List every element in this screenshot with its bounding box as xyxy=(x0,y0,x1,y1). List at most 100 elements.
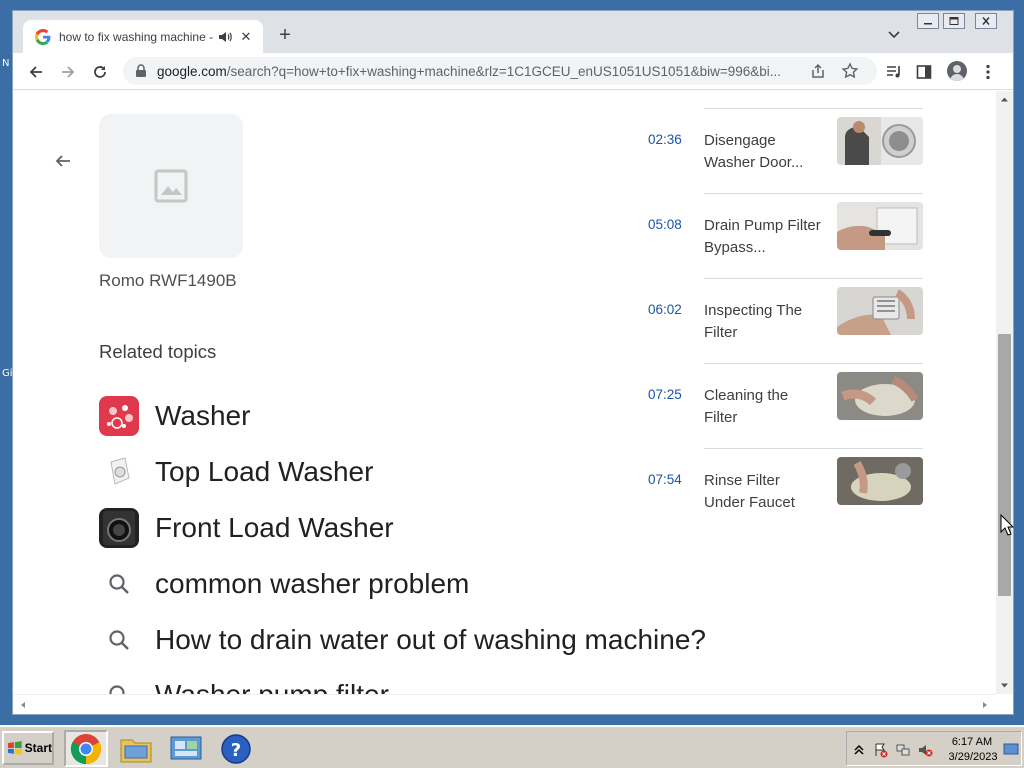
related-topic-washer[interactable]: Washer xyxy=(99,396,250,436)
top-load-washer-thumbnail xyxy=(99,452,139,492)
url-path: /search?q=how+to+fix+washing+machine&rlz… xyxy=(226,64,782,79)
chapter-timestamp[interactable]: 02:36 xyxy=(648,132,682,147)
chapter-thumbnail[interactable] xyxy=(837,372,923,420)
related-search-common-washer-problem[interactable]: common washer problem xyxy=(99,564,469,604)
back-arrow-icon[interactable] xyxy=(53,151,73,171)
minimize-button[interactable] xyxy=(917,13,939,29)
media-control-icon[interactable] xyxy=(885,63,903,81)
taskbar-server-manager-button[interactable] xyxy=(164,730,208,767)
close-icon xyxy=(982,17,990,25)
chevron-down-icon[interactable] xyxy=(887,27,901,41)
taskbar-help-button[interactable]: ? xyxy=(214,730,258,767)
chapter-thumbnail[interactable] xyxy=(837,457,923,505)
product-name[interactable]: Romo RWF1490B xyxy=(99,271,237,291)
close-tab-icon[interactable]: ✕ xyxy=(237,29,255,45)
video-chapter[interactable]: 07:54 Rinse Filter Under Faucet xyxy=(643,448,943,533)
back-icon[interactable] xyxy=(27,63,45,81)
address-bar[interactable]: google.com/search?q=how+to+fix+washing+m… xyxy=(123,57,877,85)
horizontal-scrollbar[interactable] xyxy=(13,694,996,714)
network-icon[interactable] xyxy=(895,742,911,758)
browser-toolbar: google.com/search?q=how+to+fix+washing+m… xyxy=(13,53,1013,90)
speaker-icon[interactable] xyxy=(217,29,233,45)
divider xyxy=(704,193,923,194)
chapter-timestamp[interactable]: 07:25 xyxy=(648,387,682,402)
lock-icon[interactable] xyxy=(135,64,147,78)
chapter-thumbnail[interactable] xyxy=(837,287,923,335)
related-topic-top-load-washer[interactable]: Top Load Washer xyxy=(99,452,373,492)
page-content: Romo RWF1490B Related topics Washer Top … xyxy=(13,91,996,694)
search-icon xyxy=(99,564,139,604)
start-button[interactable]: Start xyxy=(2,731,54,765)
system-tray: 6:17 AM 3/29/2023 xyxy=(846,731,1022,766)
more-options-icon[interactable] xyxy=(979,63,997,81)
taskbar: Start ? 6:17 AM 3/29/2023 xyxy=(0,725,1024,768)
vertical-scrollbar[interactable] xyxy=(996,91,1013,694)
related-search-drain-water[interactable]: How to drain water out of washing machin… xyxy=(99,620,706,660)
tab-strip: how to fix washing machine - G ✕ + xyxy=(13,11,1013,53)
scroll-up-icon[interactable] xyxy=(1000,95,1009,104)
chapter-title: Cleaning the Filter xyxy=(704,387,789,426)
chapter-thumbnail-image xyxy=(837,372,923,420)
taskbar-chrome-button[interactable] xyxy=(64,730,108,767)
side-panel-icon[interactable] xyxy=(915,63,933,81)
share-icon[interactable] xyxy=(809,62,827,80)
forward-icon[interactable] xyxy=(59,63,77,81)
scrollbar-thumb[interactable] xyxy=(998,334,1011,596)
related-topic-front-load-washer[interactable]: Front Load Washer xyxy=(99,508,394,548)
volume-muted-icon[interactable] xyxy=(917,742,933,758)
maximize-button[interactable] xyxy=(943,13,965,29)
divider xyxy=(704,363,923,364)
svg-text:?: ? xyxy=(231,740,241,761)
start-label: Start xyxy=(24,741,52,755)
chapter-thumbnail-image xyxy=(837,117,923,165)
divider xyxy=(704,448,923,449)
scroll-left-icon[interactable] xyxy=(19,701,27,709)
clock-time[interactable]: 6:17 AM xyxy=(949,736,995,748)
taskbar-explorer-button[interactable] xyxy=(114,730,158,767)
close-window-button[interactable] xyxy=(975,13,997,29)
url-text[interactable]: google.com/search?q=how+to+fix+washing+m… xyxy=(157,64,797,79)
video-chapter[interactable]: 05:08 Drain Pump Filter Bypass... xyxy=(643,193,943,278)
profile-avatar[interactable] xyxy=(947,61,967,81)
mouse-cursor-icon xyxy=(1000,514,1014,536)
video-chapters-list: 02:36 Disengage Washer Door... 05:08 Dra… xyxy=(643,91,943,521)
desktop-icon-label: Gi xyxy=(2,368,13,379)
chapter-title: Drain Pump Filter Bypass... xyxy=(704,217,821,256)
chapter-thumbnail[interactable] xyxy=(837,202,923,250)
chapter-timestamp[interactable]: 05:08 xyxy=(648,217,682,232)
browser-window: how to fix washing machine - G ✕ + googl… xyxy=(12,10,1014,715)
minimize-icon xyxy=(924,23,932,25)
chapter-thumbnail-image xyxy=(837,457,923,505)
chapter-timestamp[interactable]: 07:54 xyxy=(648,472,682,487)
video-chapter[interactable]: 02:36 Disengage Washer Door... xyxy=(643,108,943,193)
windows-flag-icon xyxy=(7,741,22,755)
new-tab-button[interactable]: + xyxy=(275,24,295,47)
related-topics-heading: Related topics xyxy=(99,341,217,362)
bookmark-star-icon[interactable] xyxy=(841,62,859,80)
divider xyxy=(704,108,923,109)
video-chapter[interactable]: 06:02 Inspecting The Filter xyxy=(643,278,943,363)
google-favicon-icon xyxy=(35,28,51,45)
front-load-washer-icon xyxy=(103,511,135,545)
tab-title: how to fix washing machine - G xyxy=(59,29,213,44)
chapter-thumbnail-image xyxy=(837,202,923,250)
related-search-washer-pump-filter[interactable]: Washer pump filter xyxy=(99,675,389,694)
scroll-right-icon[interactable] xyxy=(981,701,989,709)
search-icon xyxy=(99,620,139,660)
washer-thumbnail xyxy=(99,396,139,436)
clock-date[interactable]: 3/29/2023 xyxy=(945,751,1001,763)
divider xyxy=(704,278,923,279)
video-chapter[interactable]: 07:25 Cleaning the Filter xyxy=(643,363,943,448)
reload-icon[interactable] xyxy=(91,63,109,81)
chapter-timestamp[interactable]: 06:02 xyxy=(648,302,682,317)
show-desktop-icon[interactable] xyxy=(1003,741,1019,757)
product-image-placeholder[interactable] xyxy=(99,114,243,258)
server-manager-icon xyxy=(170,736,202,759)
scroll-down-icon[interactable] xyxy=(1000,681,1009,690)
action-center-warning-icon[interactable] xyxy=(873,742,889,758)
related-search-label: How to drain water out of washing machin… xyxy=(155,624,706,655)
related-topic-label: Top Load Washer xyxy=(155,456,374,487)
tab-active[interactable]: how to fix washing machine - G ✕ xyxy=(23,20,263,53)
show-hidden-icons-icon[interactable] xyxy=(851,742,867,758)
chapter-thumbnail[interactable] xyxy=(837,117,923,165)
